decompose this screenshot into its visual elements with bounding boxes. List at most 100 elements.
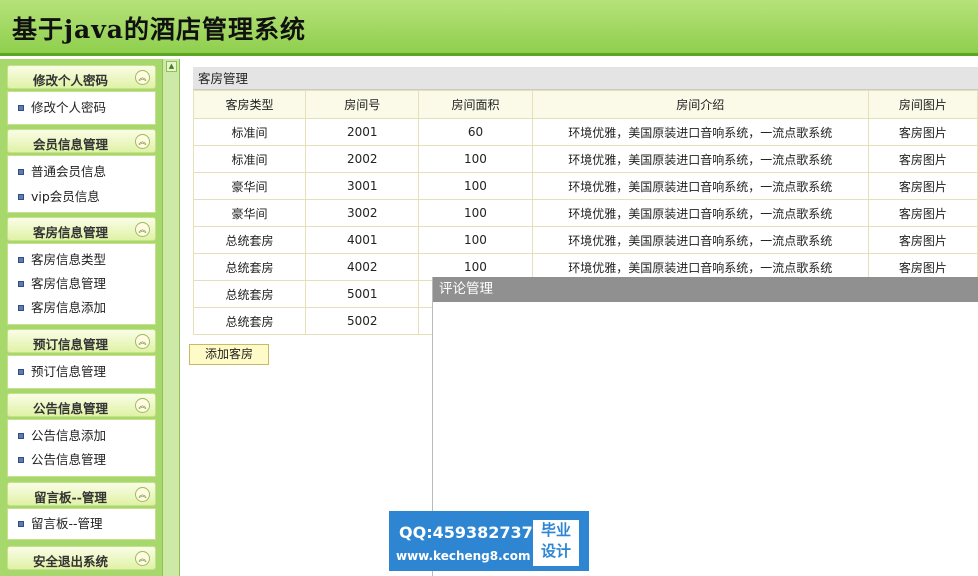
bullet-icon	[18, 432, 24, 439]
column-header: 房间图片	[867, 90, 978, 119]
sidebar-group-body: 客房信息类型 客房信息管理 客房信息添加	[7, 243, 156, 325]
sidebar-group-password[interactable]: 修改个人密码 ︽	[7, 65, 156, 89]
app-title: 基于java的酒店管理系统	[12, 15, 306, 44]
sidebar-group-label: 公告信息管理	[32, 401, 108, 416]
panel-title: 客房管理	[193, 67, 978, 90]
table-row: 豪华间 3002 100 环境优雅，美国原装进口音响系统，一流点歌系统 客房图片	[192, 199, 978, 227]
table-cell: 总统套房	[192, 226, 307, 254]
table-row: 标准间 2001 60 环境优雅，美国原装进口音响系统，一流点歌系统 客房图片	[192, 118, 978, 146]
table-cell: 总统套房	[192, 280, 307, 308]
room-image-link[interactable]: 客房图片	[867, 145, 978, 173]
column-header: 房间面积	[418, 90, 533, 119]
table-cell: 100	[418, 226, 533, 254]
room-image-link[interactable]: 客房图片	[867, 226, 978, 254]
sidebar-group-body: 留言板--管理	[7, 508, 156, 540]
sidebar-group-guestbook[interactable]: 留言板--管理 ︽	[7, 482, 156, 506]
table-cell: 2001	[305, 118, 420, 146]
sidebar-group-label: 预订信息管理	[32, 337, 108, 352]
table-header-row: 客房类型 房间号 房间面积 房间介绍 房间图片	[192, 90, 978, 119]
sidebar-group-label: 客房信息管理	[32, 225, 108, 240]
sidebar-item-room-management[interactable]: 客房信息管理	[18, 274, 106, 294]
sidebar-group-label: 安全退出系统	[32, 554, 108, 569]
table-cell: 豪华间	[192, 172, 307, 200]
table-cell: 60	[418, 118, 533, 146]
table-cell: 环境优雅，美国原装进口音响系统，一流点歌系统	[531, 118, 869, 146]
collapse-icon[interactable]: ︽	[135, 551, 150, 566]
table-cell: 环境优雅，美国原装进口音响系统，一流点歌系统	[531, 226, 869, 254]
collapse-icon[interactable]: ︽	[135, 222, 150, 237]
bullet-icon	[18, 520, 24, 527]
bullet-icon	[18, 168, 24, 175]
table-row: 豪华间 3001 100 环境优雅，美国原装进口音响系统，一流点歌系统 客房图片	[192, 172, 978, 200]
badge-line: 毕业	[540, 521, 571, 539]
table-cell: 豪华间	[192, 199, 307, 227]
sidebar-item-room-add[interactable]: 客房信息添加	[18, 298, 106, 318]
bullet-icon	[18, 304, 24, 311]
bullet-icon	[18, 104, 24, 111]
bullet-icon	[18, 193, 24, 200]
table-cell: 标准间	[192, 118, 307, 146]
table-cell: 5002	[305, 307, 420, 335]
room-image-link[interactable]: 客房图片	[867, 172, 978, 200]
sidebar-item-notice-management[interactable]: 公告信息管理	[18, 450, 106, 470]
room-image-link[interactable]: 客房图片	[867, 199, 978, 227]
bullet-icon	[18, 280, 24, 287]
badge-line: 设计	[540, 542, 571, 560]
watermark-qq: QQ:459382737	[399, 523, 533, 542]
sidebar-splitter[interactable]: ▲	[162, 59, 180, 576]
add-room-button[interactable]: 添加客房	[189, 344, 269, 365]
table-cell: 100	[418, 199, 533, 227]
table-cell: 3001	[305, 172, 420, 200]
table-cell: 环境优雅，美国原装进口音响系统，一流点歌系统	[531, 199, 869, 227]
sidebar: 修改个人密码 ︽ 修改个人密码 会员信息管理 ︽ 普通会员信息 vip会员信息 …	[0, 59, 162, 576]
collapse-icon[interactable]: ︽	[135, 334, 150, 349]
sidebar-item-vip-members[interactable]: vip会员信息	[18, 187, 100, 207]
column-header: 房间介绍	[531, 90, 869, 119]
table-cell: 环境优雅，美国原装进口音响系统，一流点歌系统	[531, 172, 869, 200]
bullet-icon	[18, 368, 24, 375]
collapse-icon[interactable]: ︽	[135, 398, 150, 413]
sidebar-item-regular-members[interactable]: 普通会员信息	[18, 162, 106, 182]
app-header: 基于java的酒店管理系统	[0, 0, 978, 56]
table-cell: 总统套房	[192, 307, 307, 335]
column-header: 客房类型	[192, 90, 307, 119]
sidebar-group-notices[interactable]: 公告信息管理 ︽	[7, 393, 156, 417]
bullet-icon	[18, 456, 24, 463]
sidebar-group-bookings[interactable]: 预订信息管理 ︽	[7, 329, 156, 353]
table-row: 总统套房 4001 100 环境优雅，美国原装进口音响系统，一流点歌系统 客房图…	[192, 226, 978, 254]
table-cell: 4002	[305, 253, 420, 281]
scroll-up-arrow-icon[interactable]: ▲	[166, 61, 177, 72]
sidebar-group-body: 预订信息管理	[7, 355, 156, 389]
sidebar-item-room-types[interactable]: 客房信息类型	[18, 250, 106, 270]
table-cell: 2002	[305, 145, 420, 173]
sidebar-item-notice-add[interactable]: 公告信息添加	[18, 426, 106, 446]
collapse-icon[interactable]: ︽	[135, 487, 150, 502]
sidebar-item-guestbook-management[interactable]: 留言板--管理	[18, 514, 103, 534]
sidebar-group-label: 留言板--管理	[34, 490, 107, 505]
watermark-url: www.kecheng8.com	[396, 549, 531, 563]
table-cell: 4001	[305, 226, 420, 254]
sidebar-group-body: 修改个人密码	[7, 91, 156, 125]
table-cell: 5001	[305, 280, 420, 308]
table-cell: 100	[418, 145, 533, 173]
table-cell: 3002	[305, 199, 420, 227]
sidebar-group-rooms[interactable]: 客房信息管理 ︽	[7, 217, 156, 241]
watermark: QQ:459382737 www.kecheng8.com 毕业 设计	[389, 511, 589, 571]
column-header: 房间号	[305, 90, 420, 119]
sidebar-item-change-password[interactable]: 修改个人密码	[18, 98, 106, 118]
sidebar-group-label: 修改个人密码	[32, 73, 108, 88]
table-cell: 总统套房	[192, 253, 307, 281]
sidebar-group-body: 普通会员信息 vip会员信息	[7, 155, 156, 213]
room-image-link[interactable]: 客房图片	[867, 118, 978, 146]
collapse-icon[interactable]: ︽	[135, 70, 150, 85]
bullet-icon	[18, 256, 24, 263]
sidebar-item-booking-management[interactable]: 预订信息管理	[18, 362, 106, 382]
sidebar-group-members[interactable]: 会员信息管理 ︽	[7, 129, 156, 153]
collapse-icon[interactable]: ︽	[135, 134, 150, 149]
watermark-badge: 毕业 设计	[533, 520, 579, 566]
table-cell: 100	[418, 172, 533, 200]
table-cell: 环境优雅，美国原装进口音响系统，一流点歌系统	[531, 145, 869, 173]
table-cell: 标准间	[192, 145, 307, 173]
sidebar-group-body: 公告信息添加 公告信息管理	[7, 419, 156, 477]
sidebar-group-logout[interactable]: 安全退出系统 ︽	[7, 546, 156, 570]
